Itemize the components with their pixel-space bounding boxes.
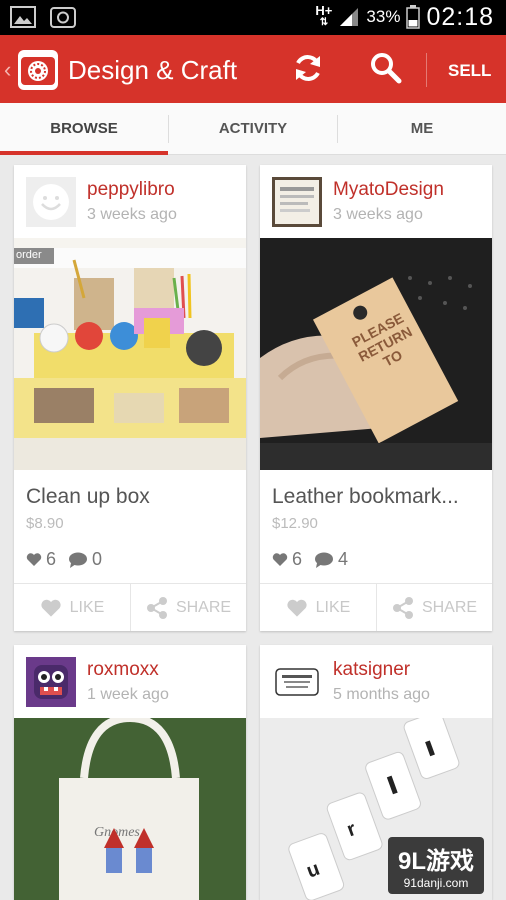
avatar[interactable] (26, 657, 76, 707)
tab-browse[interactable]: BROWSE (0, 103, 168, 155)
card-actions: LIKE SHARE (14, 583, 246, 631)
refresh-icon[interactable] (290, 50, 326, 86)
share-icon (392, 596, 413, 619)
product-image[interactable]: PLEASE RETURN TO (260, 238, 492, 470)
tote-bag-photo-illustration: Gnomes (14, 713, 246, 900)
product-card[interactable]: MyatoDesign 3 weeks ago PLEASE RETURN TO… (260, 165, 492, 631)
posted-time: 3 weeks ago (333, 206, 423, 223)
product-card[interactable]: roxmoxx 1 week ago Gnomes (14, 645, 246, 900)
product-image[interactable]: order (14, 238, 246, 470)
page-title: Design & Craft (68, 55, 238, 85)
like-button[interactable]: LIKE (14, 584, 130, 631)
like-button[interactable]: LIKE (260, 584, 376, 631)
product-card[interactable]: katsigner 5 months ago r u 9L游戏 91danji.… (260, 645, 492, 900)
share-label: SHARE (175, 598, 232, 616)
tab-activity[interactable]: ACTIVITY (169, 103, 337, 155)
like-count: 6 (292, 549, 303, 569)
like-label: LIKE (315, 598, 351, 616)
active-tab-indicator (0, 151, 168, 155)
seller-name[interactable]: roxmoxx (87, 659, 159, 681)
image-notification-icon (10, 6, 36, 28)
tab-me[interactable]: ME (338, 103, 506, 155)
battery-icon (406, 5, 421, 29)
heart-icon (287, 599, 307, 617)
notification-icons (10, 5, 76, 29)
card-actions: LIKE SHARE (260, 583, 492, 631)
signal-icon (340, 8, 359, 26)
network-type: H+ ⇅ (315, 3, 333, 28)
avatar[interactable] (272, 657, 322, 707)
camera-logo-icon (21, 57, 55, 85)
search-icon[interactable] (368, 50, 404, 86)
avatar[interactable] (272, 177, 322, 227)
like-label: LIKE (69, 598, 105, 616)
share-button[interactable]: SHARE (131, 584, 246, 631)
product-image[interactable]: Gnomes (14, 713, 246, 900)
tab-bar: BROWSE ACTIVITY ME (0, 103, 506, 155)
organizer-box-illustration (14, 248, 246, 470)
seller-name[interactable]: peppylibro (87, 179, 175, 201)
image-caption: order (16, 249, 42, 261)
like-count: 6 (46, 549, 57, 569)
battery-percent: 33% (366, 7, 401, 26)
heart-icon (26, 553, 42, 566)
camera-notification-icon (50, 7, 76, 28)
clock: 02:18 (426, 2, 494, 31)
card-stats: 6 4 (272, 549, 360, 570)
comment-count: 0 (92, 549, 103, 569)
status-indicators: H+ ⇅ 33% 02:18 (315, 3, 494, 31)
posted-time: 1 week ago (87, 686, 169, 703)
share-label: SHARE (421, 598, 478, 616)
comment-count: 4 (338, 549, 349, 569)
posted-time: 3 weeks ago (87, 206, 177, 223)
card-stats: 6 0 (26, 549, 114, 570)
product-price: $12.90 (272, 515, 318, 532)
avatar[interactable] (26, 177, 76, 227)
action-bar: ‹ Design & Craft SELL (0, 35, 506, 103)
heart-icon (272, 553, 288, 566)
comment-icon (69, 552, 88, 568)
back-chevron-icon[interactable]: ‹ (4, 57, 11, 83)
app-logo[interactable] (18, 50, 58, 90)
product-price: $8.90 (26, 515, 64, 532)
product-title[interactable]: Clean up box (26, 485, 236, 509)
comment-icon (315, 552, 334, 568)
product-title[interactable]: Leather bookmark... (272, 485, 482, 509)
posted-time: 5 months ago (333, 686, 430, 703)
seller-name[interactable]: MyatoDesign (333, 179, 444, 201)
seller-name[interactable]: katsigner (333, 659, 410, 681)
share-button[interactable]: SHARE (377, 584, 492, 631)
data-arrows-icon: ⇅ (319, 17, 329, 28)
sell-button[interactable]: SELL (448, 61, 491, 81)
watermark: 9L游戏 91danji.com (387, 837, 484, 894)
status-bar: H+ ⇅ 33% 02:18 (0, 0, 506, 35)
heart-icon (41, 599, 61, 617)
product-card[interactable]: peppylibro 3 weeks ago order Clean up bo… (14, 165, 246, 631)
action-divider (426, 53, 427, 87)
share-icon (146, 596, 167, 619)
